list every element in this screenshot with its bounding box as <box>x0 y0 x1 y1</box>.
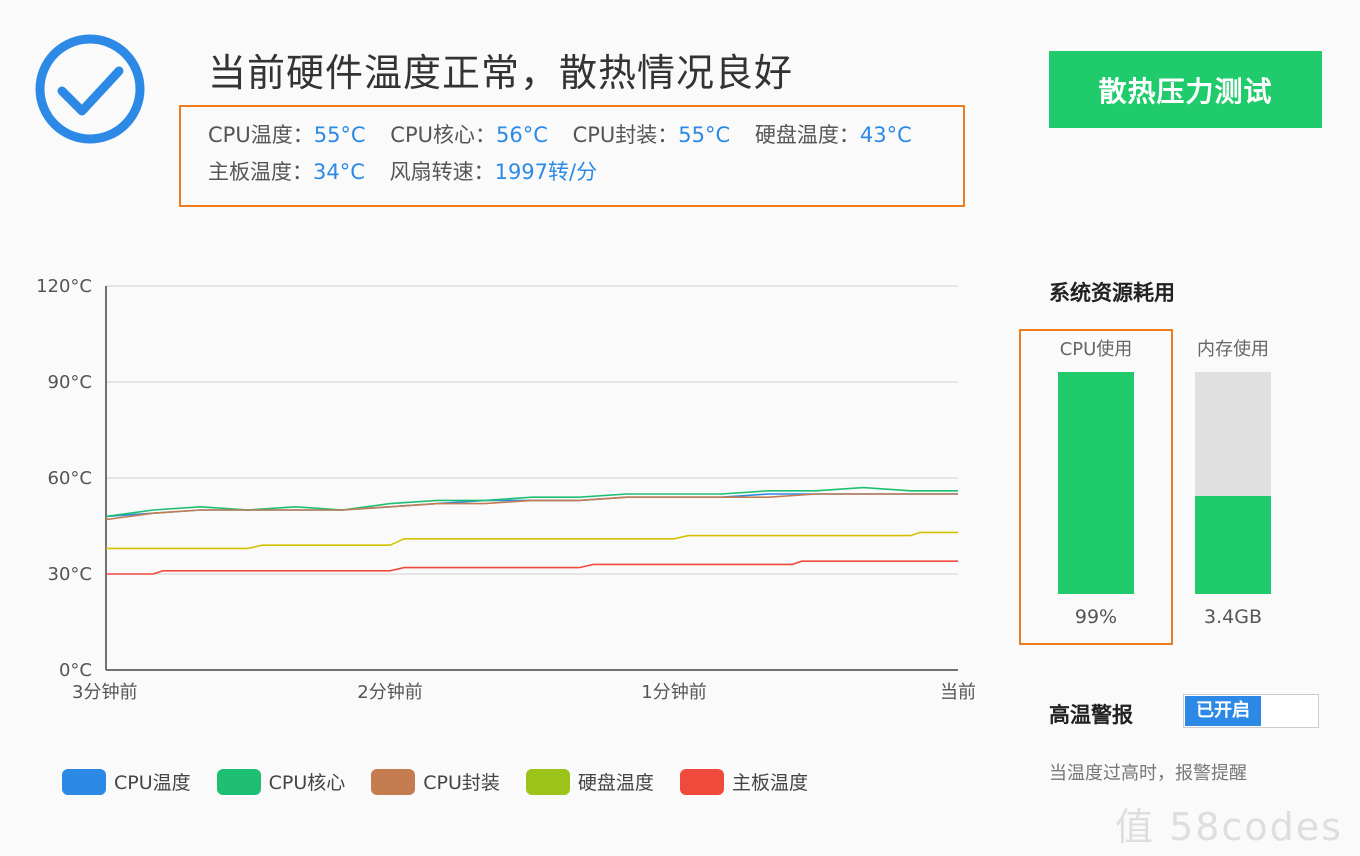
x-tick-label: 当前 <box>940 682 976 703</box>
watermark: 值 58codes <box>1115 805 1343 849</box>
disk-temp-value: 43°C <box>859 123 912 147</box>
high-temp-alarm-label: 高温警报 <box>1049 703 1133 727</box>
legend-label: 硬盘温度 <box>577 772 654 794</box>
cpu-temp-label: CPU温度： <box>208 123 314 147</box>
cpu-usage-bar <box>1058 372 1134 594</box>
cpu-package-label: CPU封装： <box>572 123 679 147</box>
temperature-summary: CPU温度：55°C CPU核心：56°C CPU封装：55°C 硬盘温度：43… <box>179 105 965 207</box>
fan-speed-label: 风扇转速： <box>389 160 495 184</box>
legend-label: CPU温度 <box>114 772 191 794</box>
alarm-description: 当温度过高时，报警提醒 <box>1049 763 1247 784</box>
cpu-usage-panel: CPU使用 99% <box>1041 336 1151 628</box>
memory-usage-panel: 内存使用 3.4GB <box>1178 336 1288 628</box>
legend-swatch <box>371 768 416 795</box>
check-circle-icon <box>35 34 145 144</box>
x-tick-label: 3分钟前 <box>72 682 137 703</box>
cpu-core-value: 56°C <box>495 123 548 147</box>
series-line-4 <box>106 560 958 575</box>
temperature-chart: 0°C 30°C 60°C 90°C 120°C 3分钟前 2分钟前 1分钟前 当前 <box>36 276 976 703</box>
cpu-core-label: CPU核心： <box>390 123 496 147</box>
high-temp-alarm-toggle[interactable]: 已开启 <box>1183 694 1319 728</box>
series-line-3 <box>106 531 958 550</box>
memory-usage-bar <box>1195 372 1271 594</box>
cpu-package-value: 55°C <box>678 123 731 147</box>
memory-usage-label: 内存使用 <box>1197 339 1269 360</box>
legend-item-cpu-core[interactable]: CPU核心 <box>216 768 346 795</box>
y-tick-label: 120°C <box>36 276 92 297</box>
cpu-usage-value: 99% <box>1074 606 1118 628</box>
y-tick-label: 90°C <box>48 372 92 393</box>
legend-item-cpu-package[interactable]: CPU封装 <box>371 768 500 795</box>
temperature-row-1: CPU温度：55°C CPU核心：56°C CPU封装：55°C 硬盘温度：43… <box>208 117 963 154</box>
y-tick-label: 60°C <box>48 468 92 489</box>
memory-usage-fill <box>1195 496 1271 594</box>
legend-item-cpu-temp[interactable]: CPU温度 <box>62 768 191 795</box>
board-temp-value: 34°C <box>313 160 365 184</box>
legend-label: 主板温度 <box>731 772 808 794</box>
cpu-usage-label: CPU使用 <box>1059 339 1133 360</box>
legend-swatch <box>62 768 106 795</box>
x-tick-label: 1分钟前 <box>641 682 706 703</box>
x-tick-label: 2分钟前 <box>357 682 422 703</box>
y-tick-label: 0°C <box>59 660 92 681</box>
toggle-state-label: 已开启 <box>1185 696 1261 726</box>
chart-legend: CPU温度 CPU核心 CPU封装 硬盘温度 主板温度 <box>62 768 834 795</box>
legend-swatch <box>216 768 261 795</box>
page-title: 当前硬件温度正常，散热情况良好 <box>208 51 794 95</box>
memory-usage-value: 3.4GB <box>1204 606 1262 628</box>
legend-label: CPU封装 <box>423 772 500 794</box>
legend-item-disk-temp[interactable]: 硬盘温度 <box>525 768 654 795</box>
legend-item-board-temp[interactable]: 主板温度 <box>679 768 808 795</box>
fan-speed-value: 1997转/分 <box>494 160 598 184</box>
cpu-usage-fill <box>1058 372 1134 594</box>
board-temp-label: 主板温度： <box>208 160 313 184</box>
disk-temp-label: 硬盘温度： <box>754 123 860 147</box>
legend-swatch <box>679 768 724 795</box>
legend-swatch <box>525 768 570 795</box>
cpu-temp-value: 55°C <box>313 123 366 147</box>
temperature-row-2: 主板温度：34°C 风扇转速：1997转/分 <box>208 154 963 191</box>
legend-label: CPU核心 <box>268 772 346 794</box>
y-tick-label: 30°C <box>48 564 92 585</box>
series-line-1 <box>105 486 958 518</box>
resource-usage-title: 系统资源耗用 <box>1049 281 1175 305</box>
stress-test-button[interactable]: 散热压力测试 <box>1049 51 1322 128</box>
